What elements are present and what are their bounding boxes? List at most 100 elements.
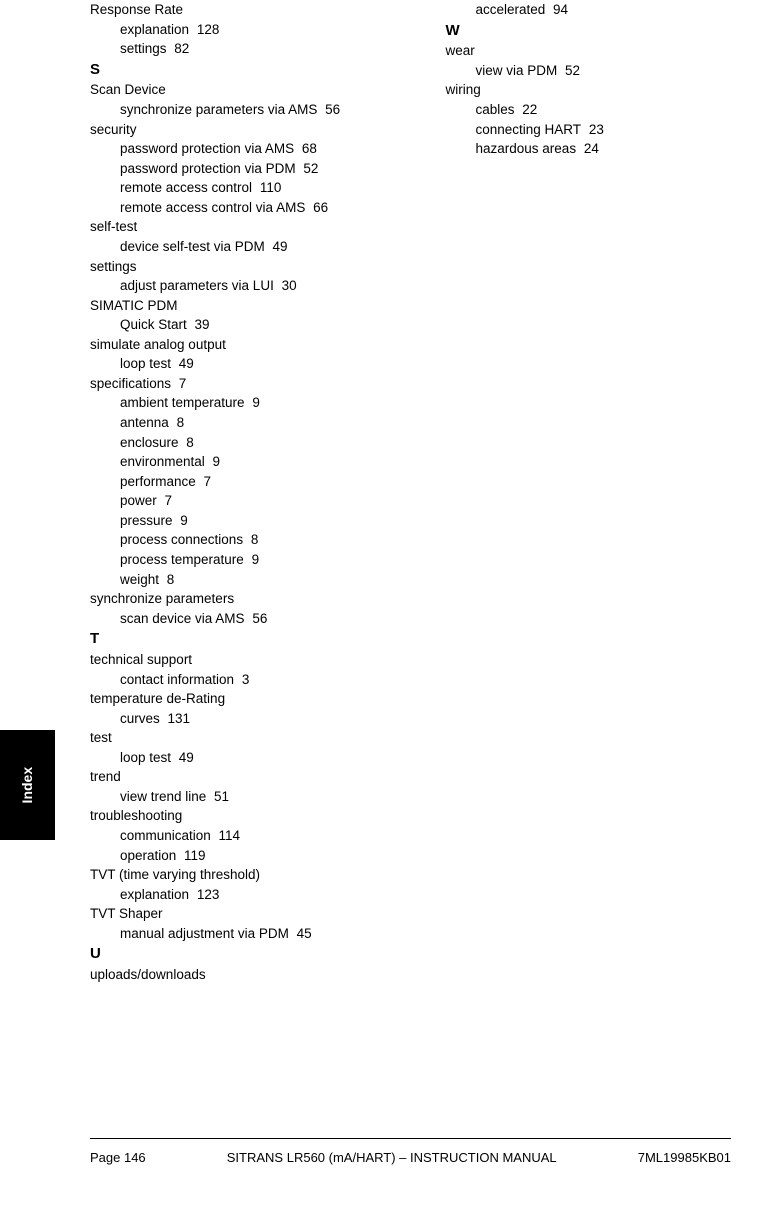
- index-text: explanation: [120, 22, 189, 37]
- index-text: TVT Shaper: [90, 906, 163, 921]
- index-subentry: accelerated 94: [446, 0, 732, 20]
- index-column-1: Response Rateexplanation 128settings 82S…: [90, 0, 376, 985]
- index-entry: technical support: [90, 650, 376, 670]
- index-letter-heading: S: [90, 59, 376, 81]
- index-text: remote access control: [120, 180, 252, 195]
- index-text: loop test: [120, 750, 171, 765]
- index-text: connecting HART: [476, 122, 582, 137]
- index-text: synchronize parameters via AMS: [120, 102, 317, 117]
- index-entry: test: [90, 728, 376, 748]
- footer-page-number: Page 146: [90, 1149, 146, 1168]
- index-page-ref: 52: [300, 161, 319, 176]
- index-page-ref: 66: [309, 200, 328, 215]
- index-subentry: explanation 123: [90, 885, 376, 905]
- index-text: settings: [120, 41, 167, 56]
- index-entry: uploads/downloads: [90, 965, 376, 985]
- index-subentry: connecting HART 23: [446, 120, 732, 140]
- index-subentry: curves 131: [90, 709, 376, 729]
- index-text: password protection via PDM: [120, 161, 296, 176]
- index-subentry: operation 119: [90, 846, 376, 866]
- footer-title: SITRANS LR560 (mA/HART) – INSTRUCTION MA…: [146, 1149, 638, 1168]
- index-page-ref: 30: [278, 278, 297, 293]
- index-subentry: view trend line 51: [90, 787, 376, 807]
- index-entry: troubleshooting: [90, 806, 376, 826]
- index-text: view via PDM: [476, 63, 558, 78]
- index-subentry: scan device via AMS 56: [90, 609, 376, 629]
- index-page-ref: 9: [209, 454, 220, 469]
- index-entry: Response Rate: [90, 0, 376, 20]
- index-entry: synchronize parameters: [90, 589, 376, 609]
- index-subentry: pressure 9: [90, 511, 376, 531]
- index-subentry: process temperature 9: [90, 550, 376, 570]
- index-page-ref: 49: [175, 356, 194, 371]
- index-page-ref: 49: [175, 750, 194, 765]
- index-text: self-test: [90, 219, 137, 234]
- index-subentry: ambient temperature 9: [90, 393, 376, 413]
- index-text: scan device via AMS: [120, 611, 245, 626]
- index-text: explanation: [120, 887, 189, 902]
- index-subentry: loop test 49: [90, 748, 376, 768]
- index-subentry: cables 22: [446, 100, 732, 120]
- index-text: contact information: [120, 672, 234, 687]
- index-text: simulate analog output: [90, 337, 226, 352]
- index-text: weight: [120, 572, 159, 587]
- index-entry: trend: [90, 767, 376, 787]
- index-entry: Scan Device: [90, 80, 376, 100]
- side-tab-index: Index: [0, 730, 55, 840]
- index-text: trend: [90, 769, 121, 784]
- index-page-ref: 56: [321, 102, 340, 117]
- index-text: Scan Device: [90, 82, 166, 97]
- index-text: wiring: [446, 82, 481, 97]
- index-letter-heading: U: [90, 943, 376, 965]
- index-page-ref: 128: [193, 22, 219, 37]
- index-page-ref: 7: [175, 376, 186, 391]
- index-entry: settings: [90, 257, 376, 277]
- index-column-2: accelerated 94Wwearview via PDM 52wiring…: [446, 0, 732, 985]
- index-page-ref: 82: [171, 41, 190, 56]
- index-page-ref: 56: [249, 611, 268, 626]
- index-subentry: settings 82: [90, 39, 376, 59]
- index-entry: SIMATIC PDM: [90, 296, 376, 316]
- index-page-ref: 39: [191, 317, 210, 332]
- index-page-ref: 7: [200, 474, 211, 489]
- index-entry: wear: [446, 41, 732, 61]
- index-text: ambient temperature: [120, 395, 245, 410]
- index-subentry: power 7: [90, 491, 376, 511]
- index-text: process temperature: [120, 552, 244, 567]
- index-text: environmental: [120, 454, 205, 469]
- index-subentry: view via PDM 52: [446, 61, 732, 81]
- index-subentry: adjust parameters via LUI 30: [90, 276, 376, 296]
- page-footer: Page 146 SITRANS LR560 (mA/HART) – INSTR…: [90, 1138, 731, 1168]
- index-page-ref: 9: [248, 552, 259, 567]
- index-subentry: environmental 9: [90, 452, 376, 472]
- index-subentry: remote access control 110: [90, 178, 376, 198]
- index-text: cables: [476, 102, 515, 117]
- index-text: TVT (time varying threshold): [90, 867, 260, 882]
- index-text: curves: [120, 711, 160, 726]
- index-text: enclosure: [120, 435, 179, 450]
- index-page-ref: 131: [164, 711, 190, 726]
- index-text: hazardous areas: [476, 141, 577, 156]
- index-text: technical support: [90, 652, 192, 667]
- index-page-ref: 114: [215, 828, 240, 843]
- index-text: SIMATIC PDM: [90, 298, 178, 313]
- index-subentry: antenna 8: [90, 413, 376, 433]
- index-page-ref: 51: [210, 789, 229, 804]
- index-text: manual adjustment via PDM: [120, 926, 289, 941]
- index-text: communication: [120, 828, 211, 843]
- index-subentry: loop test 49: [90, 354, 376, 374]
- index-subentry: hazardous areas 24: [446, 139, 732, 159]
- index-text: accelerated: [476, 2, 546, 17]
- index-subentry: performance 7: [90, 472, 376, 492]
- index-subentry: process connections 8: [90, 530, 376, 550]
- index-text: remote access control via AMS: [120, 200, 305, 215]
- index-text: test: [90, 730, 112, 745]
- index-text: settings: [90, 259, 137, 274]
- index-entry: wiring: [446, 80, 732, 100]
- index-page-ref: 22: [519, 102, 538, 117]
- index-text: pressure: [120, 513, 173, 528]
- index-entry: self-test: [90, 217, 376, 237]
- index-subentry: Quick Start 39: [90, 315, 376, 335]
- index-text: performance: [120, 474, 196, 489]
- index-entry: TVT (time varying threshold): [90, 865, 376, 885]
